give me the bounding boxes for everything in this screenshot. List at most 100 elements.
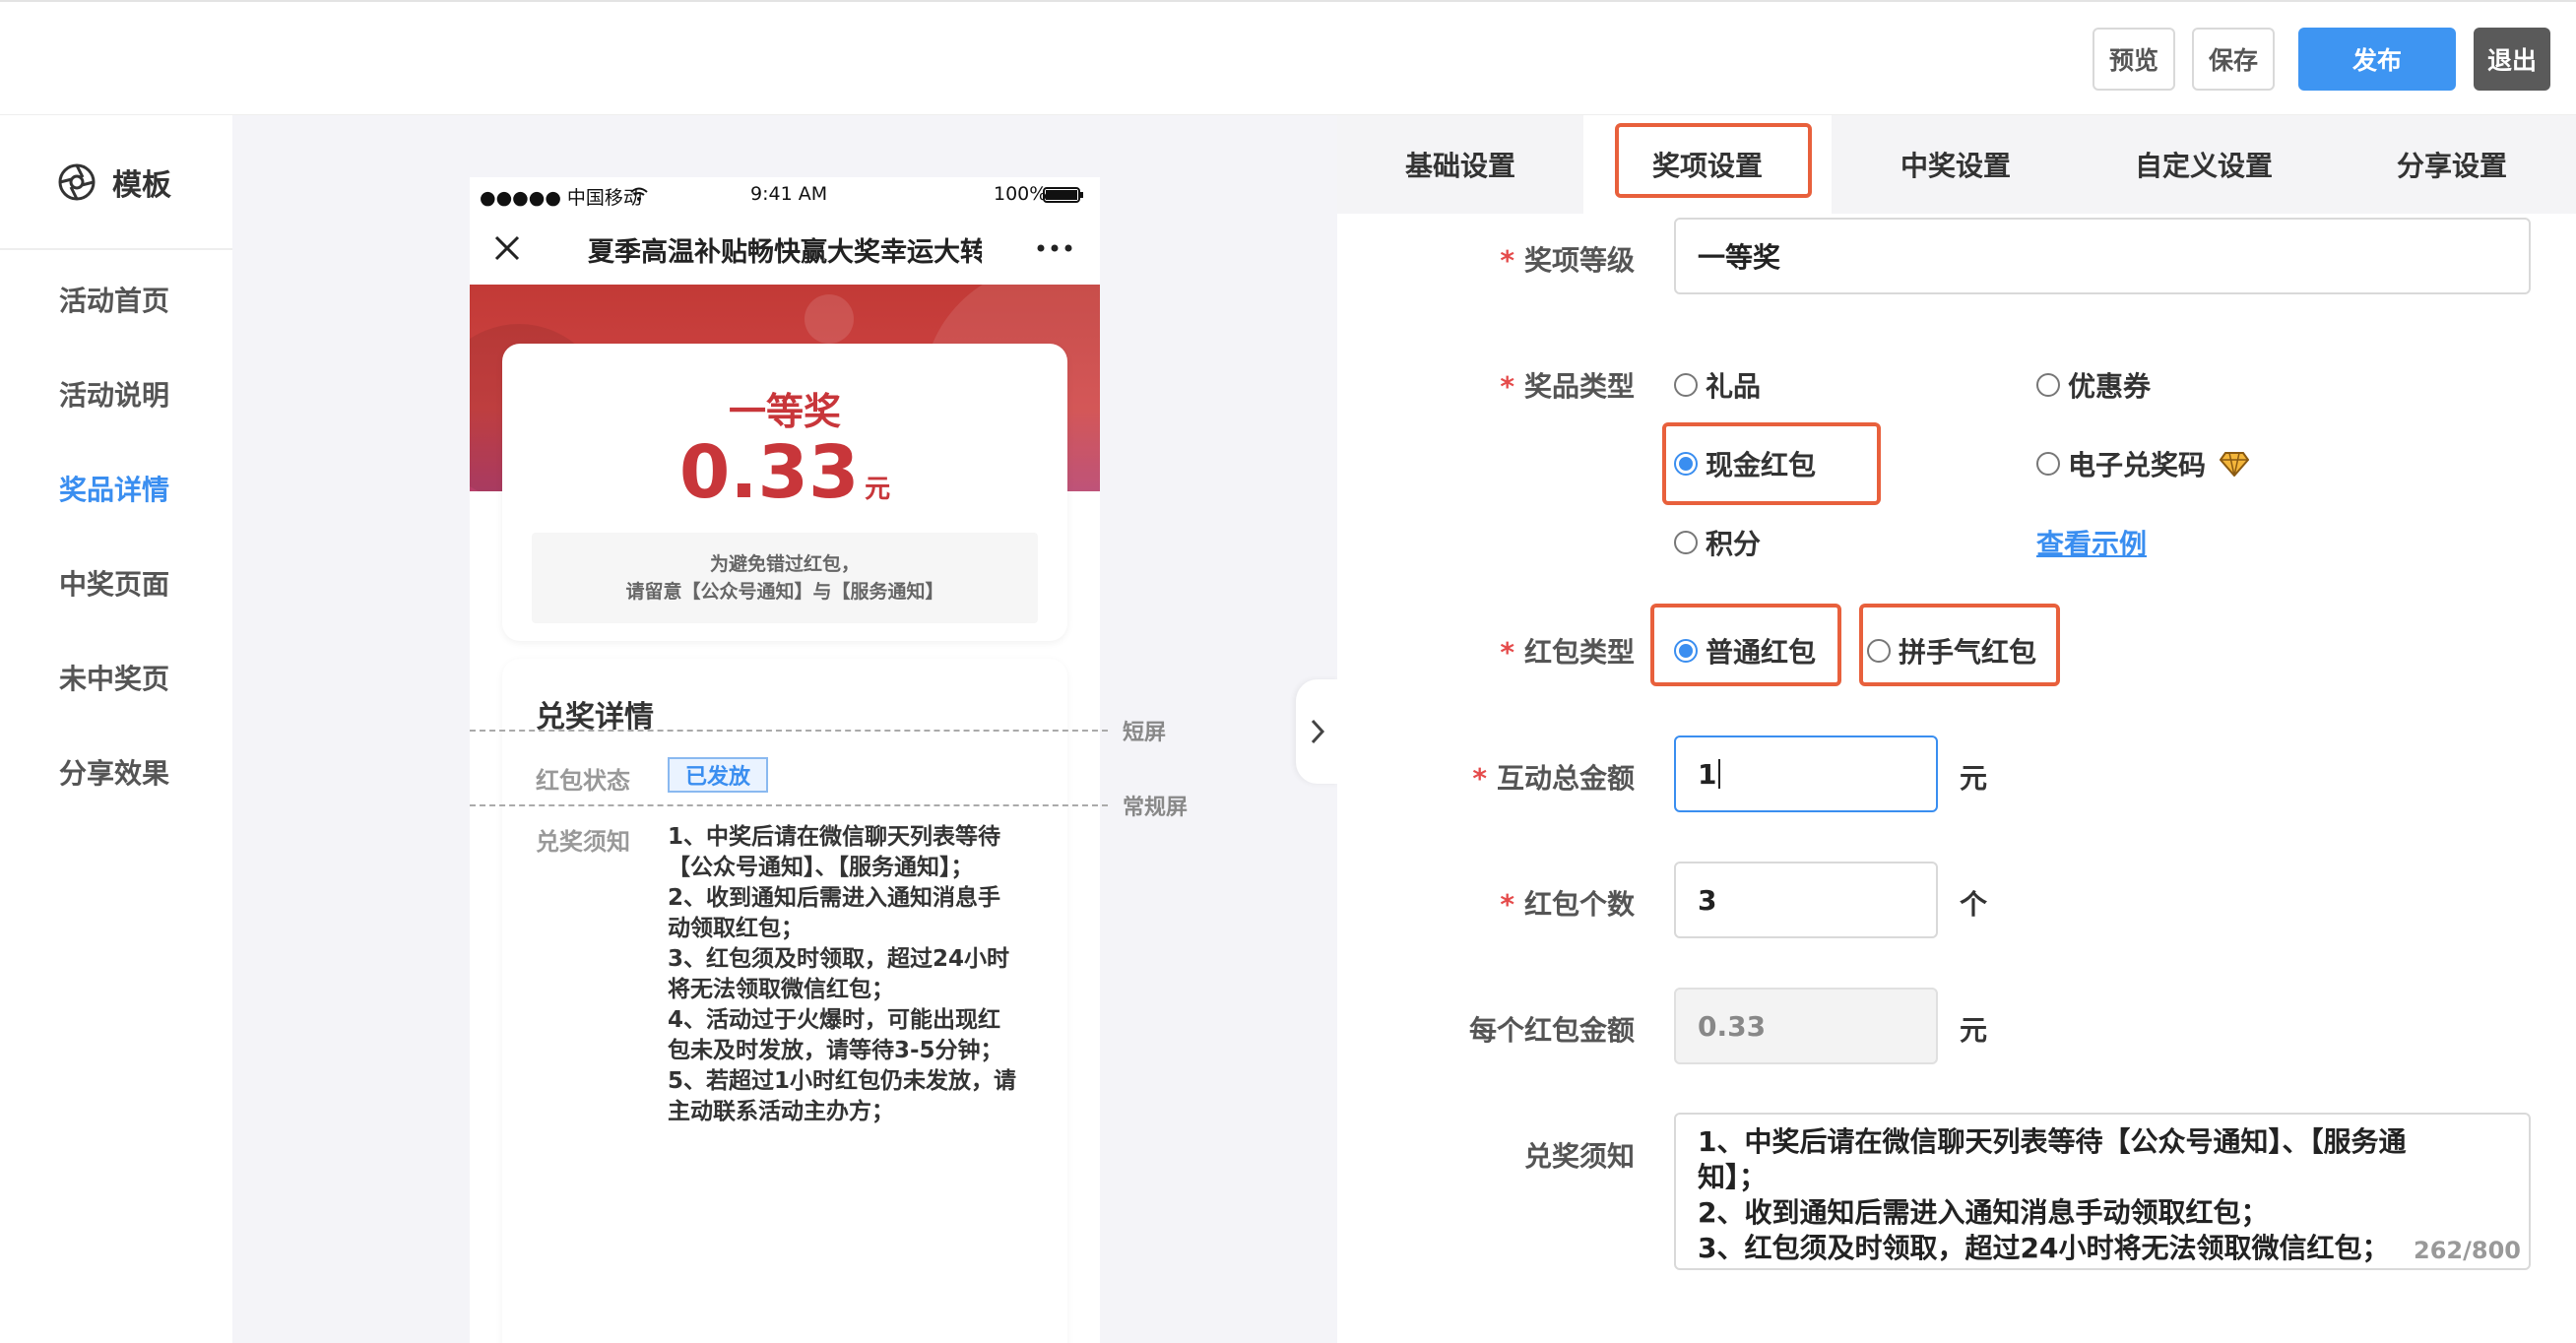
chevron-right-icon	[1311, 719, 1325, 744]
prize-level-input[interactable]: 一等奖	[1674, 218, 2531, 294]
prize-type-label: * 奖品类型	[1416, 365, 1635, 405]
total-amount-label-text: 互动总金额	[1496, 762, 1635, 795]
total-amount-value: 1	[1698, 757, 1717, 791]
preview-button[interactable]: 预览	[2093, 28, 2175, 91]
packet-type-label-text: 红包类型	[1523, 636, 1635, 669]
rules-line: 主动联系活动主办方；	[668, 1099, 894, 1124]
rules-line: 3、红包须及时领取，超过24小时将无法领取微信红包；	[1698, 1232, 2390, 1264]
packet-count-unit: 个	[1960, 888, 1988, 921]
radio-dot	[2036, 452, 2060, 476]
packet-count-input[interactable]: 3	[1674, 862, 1938, 938]
aperture-icon	[58, 163, 96, 201]
rules-line: 动领取红包；	[668, 916, 804, 941]
rules-line: 3、红包须及时领取，超过24小时	[668, 946, 1010, 972]
packet-count-label-text: 红包个数	[1523, 888, 1635, 921]
text-cursor	[1718, 759, 1721, 789]
tab-basic-settings[interactable]: 基础设置	[1337, 115, 1583, 214]
tab-custom-settings[interactable]: 自定义设置	[2080, 115, 2328, 214]
char-counter: 262/800	[2406, 1237, 2521, 1264]
notice-line: 请留意【公众号通知】与【服务通知】	[625, 581, 944, 603]
rules-line: 2、收到通知后需进入通知消息手	[668, 885, 1001, 911]
settings-tabs: 基础设置 奖项设置 中奖设置 自定义设置 分享设置	[1337, 115, 2576, 214]
radio-dot	[1674, 373, 1698, 397]
hero-decoration	[805, 294, 854, 344]
prize-amount: 0.33 元	[502, 430, 1067, 515]
packet-count-label: * 红包个数	[1416, 883, 1635, 923]
view-example-link[interactable]: 查看示例	[2036, 523, 2147, 562]
template-menu[interactable]: 模板	[57, 160, 171, 204]
radio-coupon[interactable]: 优惠券	[2036, 365, 2151, 405]
rules-line: 包未及时发放，请等待3-5分钟；	[668, 1038, 1003, 1063]
short-screen-label: 短屏	[1123, 721, 1167, 745]
notice-box: 为避免错过红包， 请留意【公众号通知】与【服务通知】	[532, 533, 1038, 623]
rules-field-label: 兑奖须知	[1523, 1140, 1635, 1173]
required-mark: *	[1500, 244, 1514, 277]
annotation-highlight	[1650, 604, 1841, 686]
annotation-highlight	[1615, 123, 1812, 198]
radio-e-code[interactable]: 电子兑奖码	[2036, 444, 2250, 483]
radio-gift[interactable]: 礼品	[1674, 365, 1761, 405]
sidebar-item-prize-details[interactable]: 奖品详情	[59, 469, 169, 508]
clock-text: 9:41 AM	[750, 183, 828, 205]
tab-winning-settings[interactable]: 中奖设置	[1832, 115, 2080, 214]
total-amount-input[interactable]: 1	[1674, 735, 1938, 812]
radio-label: 电子兑奖码	[2068, 449, 2207, 481]
exit-button[interactable]: 退出	[2474, 28, 2550, 91]
required-mark: *	[1500, 888, 1514, 921]
tab-share-settings[interactable]: 分享设置	[2328, 115, 2576, 214]
more-icon[interactable]	[1037, 244, 1072, 252]
publish-button[interactable]: 发布	[2298, 28, 2456, 91]
battery-icon	[1043, 187, 1083, 203]
left-sidebar: 模板 活动首页 活动说明 奖品详情 中奖页面 未中奖页 分享效果	[0, 115, 232, 1343]
phone-preview: ●●●●● 中国移动 9:41 AM 100% 夏季高温补贴畅快赢大奖幸运大转	[470, 177, 1100, 1343]
packet-status-label: 红包状态	[536, 767, 630, 795]
radio-dot	[2036, 373, 2060, 397]
prize-card: 一等奖 0.33 元 为避免错过红包， 请留意【公众号通知】与【服务通知】	[502, 344, 1067, 641]
sidebar-item-home[interactable]: 活动首页	[59, 280, 169, 319]
prize-level-label-text: 奖项等级	[1523, 244, 1635, 277]
radio-dot	[1674, 531, 1698, 554]
rules-textarea[interactable]: 1、中奖后请在微信聊天列表等待【公众号通知】、【服务通 知】； 2、收到通知后需进入…	[1674, 1113, 2531, 1270]
total-amount-unit: 元	[1960, 762, 1988, 795]
radio-points[interactable]: 积分	[1674, 523, 1761, 562]
sidebar-item-losing-page[interactable]: 未中奖页	[59, 658, 169, 697]
each-amount-value: 0.33	[1698, 1009, 1767, 1043]
required-mark: *	[1500, 636, 1514, 669]
rules-line: 1、中奖后请在微信聊天列表等待【公众号通知】、【服务通	[1698, 1125, 2407, 1158]
settings-panel: 基础设置 奖项设置 中奖设置 自定义设置 分享设置 * 奖项等级 一等奖 * 奖品类…	[1337, 115, 2576, 1343]
prize-amount-unit: 元	[865, 475, 891, 504]
prize-level-value: 一等奖	[1698, 241, 1781, 274]
phone-nav-bar: 夏季高温补贴畅快赢大奖幸运大转	[470, 213, 1100, 285]
wifi-icon	[630, 187, 648, 201]
short-screen-line	[470, 730, 1108, 732]
radio-label: 积分	[1706, 528, 1762, 560]
annotation-highlight	[1859, 604, 2060, 686]
rules-line: 2、收到通知后需进入通知消息手动领取红包；	[1698, 1196, 2269, 1229]
packet-count-value: 3	[1698, 883, 1717, 917]
sidebar-item-description[interactable]: 活动说明	[59, 374, 169, 414]
rules-textarea-content: 1、中奖后请在微信聊天列表等待【公众号通知】、【服务通 知】； 2、收到通知后需进入…	[1698, 1124, 2485, 1266]
status-badge: 已发放	[668, 757, 768, 793]
required-mark: *	[1500, 370, 1514, 403]
rules-line: 将无法领取微信红包；	[668, 977, 894, 1002]
normal-screen-line	[470, 804, 1108, 806]
radio-label: 礼品	[1706, 370, 1762, 403]
carrier-text: ●●●●● 中国移动	[480, 187, 642, 209]
preview-canvas: ●●●●● 中国移动 9:41 AM 100% 夏季高温补贴畅快赢大奖幸运大转	[232, 115, 1337, 1343]
save-button[interactable]: 保存	[2192, 28, 2275, 91]
each-amount-unit: 元	[1960, 1014, 1988, 1047]
rules-line: 1、中奖后请在微信聊天列表等待	[668, 824, 1001, 850]
sidebar-item-winning-page[interactable]: 中奖页面	[59, 563, 169, 603]
close-icon[interactable]	[493, 234, 521, 262]
prize-amount-value: 0.33	[678, 430, 860, 515]
radio-label: 优惠券	[2068, 370, 2152, 403]
prize-level-text: 一等奖	[728, 390, 841, 433]
rules-line: 知】；	[1698, 1161, 1768, 1193]
each-amount-label: 每个红包金额	[1468, 1014, 1635, 1047]
diamond-vip-icon	[2220, 452, 2250, 477]
phone-page-title: 夏季高温补贴畅快赢大奖幸运大转	[588, 237, 982, 268]
rules-text: 1、中奖后请在微信聊天列表等待 【公众号通知】、【服务通知】； 2、收到通知后需进入…	[668, 822, 1042, 1127]
sidebar-item-share-effect[interactable]: 分享效果	[59, 752, 169, 792]
phone-status-bar: ●●●●● 中国移动 9:41 AM 100%	[470, 177, 1100, 213]
collapse-panel-toggle[interactable]	[1296, 679, 1339, 784]
